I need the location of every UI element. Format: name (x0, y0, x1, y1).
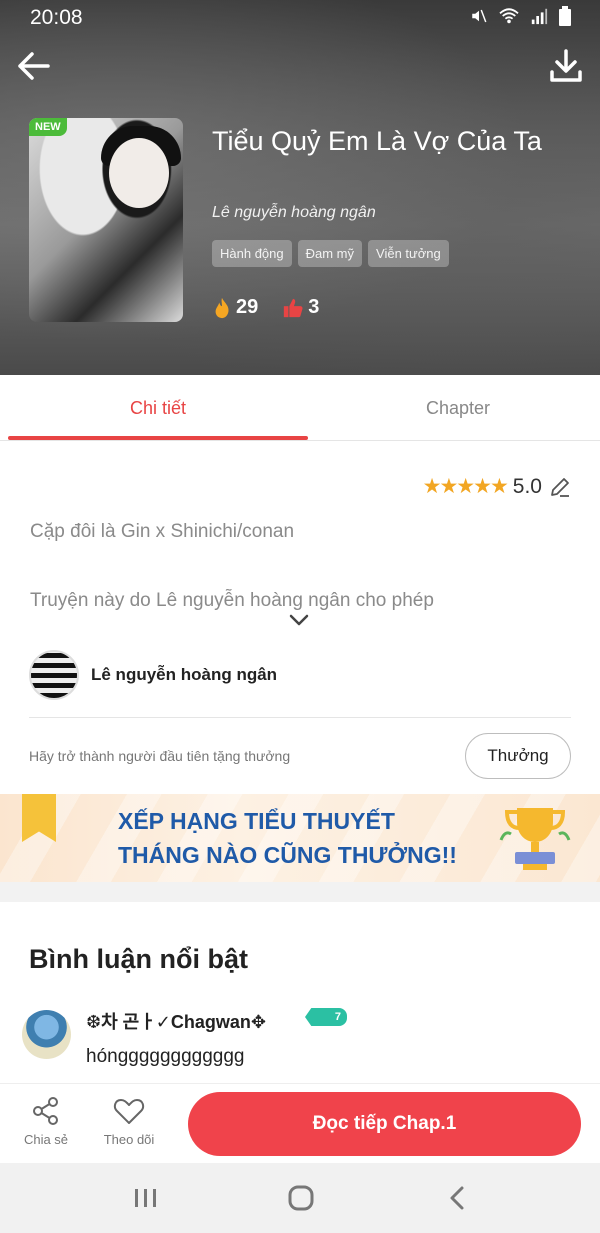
fire-count: 29 (236, 296, 259, 318)
like-count: 3 (308, 296, 320, 318)
thumbs-up-icon (284, 298, 303, 317)
reward-button[interactable]: Thưởng (465, 733, 571, 779)
divider (29, 717, 571, 718)
star-rating-icons: ★★★★★ (422, 475, 509, 498)
recent-apps-icon[interactable] (126, 1183, 166, 1213)
level-badge: 7 (305, 1008, 347, 1026)
follow-button[interactable]: Theo dõi (94, 1096, 164, 1147)
tab-bar: Chi tiết Chapter (0, 375, 600, 441)
story-cover-image[interactable] (29, 118, 183, 322)
cover-art-face (109, 138, 169, 208)
battery-icon (559, 6, 571, 26)
follow-label: Theo dõi (103, 1132, 155, 1147)
signal-icon (531, 8, 548, 25)
comments-section-title: Bình luận nổi bật (29, 944, 248, 974)
reward-prompt: Hãy trở thành người đầu tiên tặng thưởng (29, 748, 291, 764)
share-icon (33, 1097, 58, 1125)
fire-stat: 29 (212, 296, 258, 319)
mute-icon (472, 9, 487, 23)
new-badge: NEW (29, 118, 67, 136)
active-tab-indicator (8, 436, 308, 440)
story-title: Tiểu Quỷ Em Là Vợ Của Ta (212, 126, 542, 156)
home-icon[interactable] (281, 1183, 321, 1213)
bottom-action-bar: Chia sẻ Theo dõi Đọc tiếp Chap.1 (0, 1083, 600, 1163)
status-time: 20:08 (30, 6, 83, 29)
comment-item[interactable]: ❆차 곤ㅏ✓Chagwan✥ 7 hóngggggggggggg (22, 1006, 582, 1076)
story-stats: 29 3 (212, 296, 319, 319)
banner-line: XẾP HẠNG TIỂU THUYẾT (118, 808, 395, 834)
description-line: Truyện này do Lê nguyễn hoàng ngân cho p… (30, 590, 434, 611)
status-icons (470, 6, 572, 26)
rating-value: 5.0 (512, 474, 542, 498)
story-author[interactable]: Lê nguyễn hoàng ngân (212, 204, 376, 222)
back-arrow-icon[interactable] (14, 46, 54, 86)
chevron-down-icon[interactable] (288, 612, 310, 628)
tab-chapter[interactable]: Chapter (308, 375, 600, 441)
status-bar: 20:08 (0, 0, 600, 36)
tab-details[interactable]: Chi tiết (8, 375, 308, 441)
story-header: 20:08 NEW Tiểu Quỷ Em Là Vợ Của Ta Lê ng… (0, 0, 600, 375)
banner-line: THÁNG NÀO CŨNG THƯỞNG!! (118, 842, 457, 868)
rating-row: ★★★★★ 5.0 (423, 474, 572, 499)
continue-reading-button[interactable]: Đọc tiếp Chap.1 (188, 1092, 581, 1156)
genre-tag[interactable]: Đam mỹ (297, 240, 363, 267)
commenter-avatar[interactable] (22, 1010, 71, 1059)
genre-tag[interactable]: Viễn tưởng (368, 240, 449, 267)
fire-icon (215, 297, 229, 318)
like-stat: 3 (282, 296, 319, 319)
genre-tags: Hành động Đam mỹ Viễn tưởng (212, 240, 449, 267)
heart-icon (113, 1099, 145, 1124)
uploader-row[interactable]: Lê nguyễn hoàng ngân (29, 650, 277, 700)
description-line: Cặp đôi là Gin x Shinichi/conan (30, 521, 295, 542)
edit-pencil-icon[interactable] (548, 475, 572, 499)
download-icon[interactable] (546, 46, 586, 86)
share-button[interactable]: Chia sẻ (11, 1096, 81, 1147)
trophy-icon (499, 808, 571, 870)
wifi-icon (499, 8, 519, 24)
comment-text: hóngggggggggggg (86, 1046, 245, 1067)
back-nav-icon[interactable] (438, 1183, 478, 1213)
uploader-name[interactable]: Lê nguyễn hoàng ngân (91, 665, 277, 685)
share-label: Chia sẻ (23, 1132, 69, 1147)
section-separator (0, 882, 600, 902)
uploader-avatar[interactable] (29, 650, 79, 700)
genre-tag[interactable]: Hành động (212, 240, 292, 267)
commenter-name[interactable]: ❆차 곤ㅏ✓Chagwan✥ (86, 1008, 266, 1034)
system-navigation-bar (0, 1163, 600, 1233)
